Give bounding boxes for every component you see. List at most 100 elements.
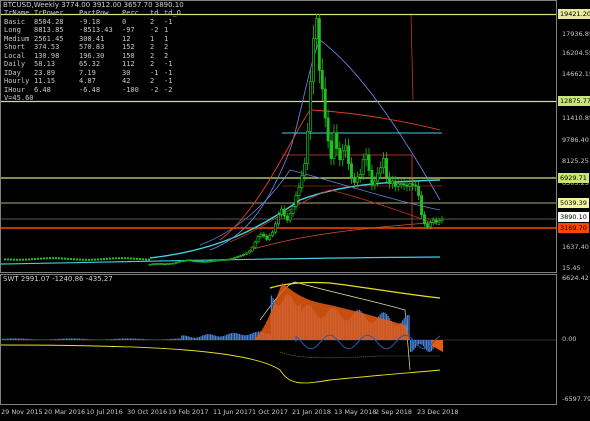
candle — [241, 253, 245, 256]
oscillator-bar — [54, 339, 56, 340]
oscillator-bar — [421, 340, 423, 345]
oscillator-bar — [227, 334, 229, 340]
info-cell: 8813.85 — [34, 26, 64, 34]
oscillator-bar — [208, 334, 210, 340]
oscillator-bar — [200, 336, 202, 340]
oscillator-bar — [58, 338, 60, 340]
candle — [387, 176, 391, 185]
indicator-tick-label: 0.00 — [562, 335, 577, 343]
price-level-tag: 3890.10 — [558, 212, 589, 222]
info-cell: 2 — [164, 51, 169, 60]
candle — [163, 263, 167, 266]
price-level-tag: 6929.71 — [558, 173, 589, 183]
candle — [399, 183, 403, 186]
indicator-tick-label: -6597.79 — [562, 395, 590, 403]
candle — [285, 215, 289, 221]
candle — [67, 257, 69, 260]
oscillator-bar — [110, 339, 112, 340]
oscillator-bar — [66, 338, 68, 340]
candle — [326, 117, 330, 142]
oscillator-bar — [122, 338, 124, 340]
oscillator-bar — [26, 338, 28, 340]
candle — [314, 18, 318, 40]
oscillator-bar — [32, 339, 34, 340]
oscillator-bar — [10, 338, 12, 340]
oscillator-bar — [149, 339, 151, 340]
oscillator-bar — [78, 338, 80, 340]
candle — [151, 263, 155, 266]
candle — [148, 263, 152, 266]
candle — [364, 154, 368, 161]
candle — [332, 132, 336, 159]
oscillator-bar — [246, 335, 248, 340]
candle — [177, 261, 181, 264]
info-cell: -1 — [164, 77, 173, 85]
candle — [434, 219, 438, 223]
candle — [52, 257, 54, 260]
oscillator-bar — [19, 338, 21, 340]
oscillator-bar — [2, 338, 4, 340]
candle — [352, 178, 356, 183]
info-cell: IHour — [4, 85, 26, 94]
candle — [291, 205, 295, 214]
candle — [282, 208, 286, 217]
candle — [317, 18, 321, 71]
oscillator-bar — [171, 338, 173, 340]
oscillator-bar — [248, 334, 250, 340]
oscillator-bar — [93, 339, 95, 340]
candle — [160, 263, 164, 265]
candle — [390, 180, 394, 185]
info-cell: 2 — [150, 17, 155, 26]
candle — [136, 257, 138, 260]
oscillator-bar — [51, 339, 53, 340]
oscillator-bar — [134, 338, 136, 340]
oscillator-bar — [181, 335, 183, 340]
oscillator-bar — [74, 338, 76, 340]
oscillator-bar — [251, 333, 253, 340]
candle — [440, 218, 444, 222]
info-cell: 2561.45 — [34, 34, 64, 43]
indicator-label: SWT 2991.07 -1240.86 -435.27 — [3, 275, 113, 283]
indicator-axis: 6624.42 0.00 -6597.79 — [558, 274, 590, 406]
time-axis-label: 21 Jan 2018 — [292, 408, 331, 416]
oscillator-bar — [3, 338, 5, 340]
time-axis-label: 10 Jul 2016 — [86, 408, 123, 416]
candle — [350, 163, 353, 179]
candle — [300, 175, 304, 189]
info-cell: Short — [4, 43, 26, 51]
volume-readout: V=45.60 — [4, 94, 34, 102]
oscillator-bar — [226, 334, 228, 340]
candle — [115, 257, 117, 260]
oscillator-bar — [11, 338, 13, 340]
oscillator-bar — [182, 335, 184, 340]
candle — [355, 176, 359, 183]
oscillator-bar — [24, 338, 26, 340]
candle — [180, 260, 184, 263]
info-cell: 130.98 — [34, 51, 60, 60]
oscillator-bar — [219, 336, 221, 340]
candle — [166, 263, 169, 265]
info-cell: -97 — [122, 26, 135, 34]
oscillator-bar — [184, 335, 186, 340]
price-tags: 19421.20 12875.77 6929.71 5039.39 3890.10 316… — [558, 0, 590, 272]
candle — [431, 219, 435, 223]
candle — [103, 258, 105, 261]
info-cell: -1 — [164, 68, 173, 77]
candle — [55, 257, 57, 260]
oscillator-bar — [197, 337, 199, 340]
oscillator-bar — [48, 339, 50, 340]
candle — [338, 148, 342, 161]
candle — [393, 180, 397, 187]
candle — [22, 258, 24, 261]
info-cell: -1 — [150, 68, 159, 77]
candle — [61, 257, 63, 260]
oscillator-bar — [235, 333, 237, 340]
info-cell: Long — [4, 26, 21, 34]
info-table-row: Basic 8504.28 -9.18 0 2 -1 — [4, 18, 172, 27]
candle — [100, 258, 102, 261]
info-cell: 8504.28 — [34, 17, 64, 26]
oscillator-bar — [128, 338, 130, 340]
oscillator-bar — [242, 334, 244, 340]
oscillator-bar — [130, 338, 132, 340]
candle — [25, 258, 27, 261]
